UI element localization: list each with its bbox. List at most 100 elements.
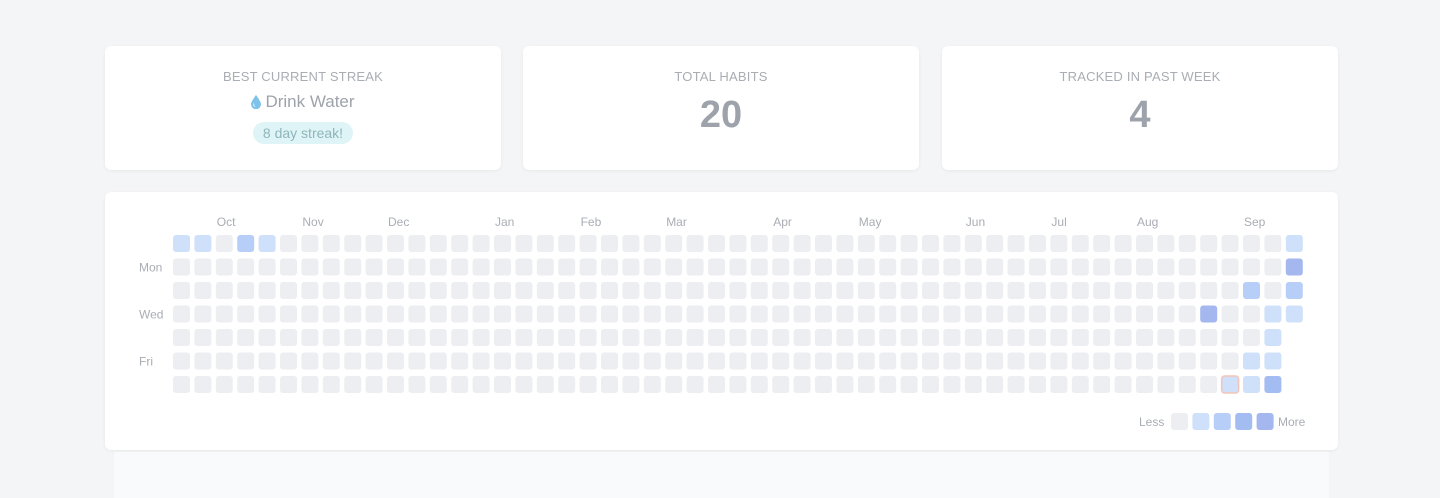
- heatmap-day-cell[interactable]: [579, 258, 597, 276]
- heatmap-day-cell[interactable]: [365, 305, 383, 323]
- heatmap-day-cell[interactable]: [836, 282, 854, 299]
- heatmap-day-cell[interactable]: [387, 282, 404, 299]
- heatmap-day-cell[interactable]: [1029, 376, 1046, 393]
- heatmap-day-cell[interactable]: [1093, 376, 1111, 393]
- heatmap-day-cell[interactable]: [1157, 282, 1175, 299]
- heatmap-day-cell[interactable]: [1178, 282, 1196, 299]
- heatmap-day-cell[interactable]: [387, 352, 404, 370]
- heatmap-day-cell[interactable]: [1114, 352, 1132, 370]
- heatmap-day-cell[interactable]: [1093, 329, 1111, 346]
- heatmap-day-cell[interactable]: [922, 258, 939, 276]
- heatmap-day-cell[interactable]: [215, 329, 233, 346]
- heatmap-day-cell[interactable]: [579, 282, 597, 299]
- heatmap-day-cell[interactable]: [558, 329, 576, 346]
- heatmap-day-cell[interactable]: [708, 376, 725, 393]
- heatmap-day-cell[interactable]: [643, 258, 661, 276]
- heatmap-day-cell[interactable]: [879, 329, 897, 346]
- heatmap-day-cell[interactable]: [194, 305, 212, 323]
- heatmap-day-cell[interactable]: [451, 376, 469, 393]
- heatmap-day-cell[interactable]: [301, 258, 319, 276]
- heatmap-day-cell[interactable]: [472, 235, 490, 252]
- heatmap-day-cell[interactable]: [750, 376, 768, 393]
- heatmap-day-cell[interactable]: [1029, 329, 1046, 346]
- heatmap-day-cell[interactable]: [1050, 376, 1068, 393]
- heatmap-day-cell[interactable]: [1178, 329, 1196, 346]
- heatmap-day-cell[interactable]: [1050, 235, 1068, 252]
- heatmap-day-cell[interactable]: [1157, 235, 1175, 252]
- heatmap-day-cell[interactable]: [344, 352, 362, 370]
- heatmap-day-cell[interactable]: [964, 352, 982, 370]
- heatmap-day-cell[interactable]: [879, 352, 897, 370]
- heatmap-day-cell[interactable]: [1029, 235, 1046, 252]
- heatmap-day-cell[interactable]: [772, 305, 790, 323]
- heatmap-day-cell[interactable]: [301, 235, 319, 252]
- heatmap-day-cell[interactable]: [986, 258, 1004, 276]
- heatmap-day-cell[interactable]: [922, 352, 939, 370]
- heatmap-day-cell[interactable]: [215, 258, 233, 276]
- heatmap-day-cell[interactable]: [258, 258, 276, 276]
- heatmap-day-cell[interactable]: [365, 258, 383, 276]
- heatmap-day-cell[interactable]: [900, 305, 918, 323]
- heatmap-day-cell[interactable]: [1243, 352, 1260, 370]
- heatmap-day-cell[interactable]: [301, 282, 319, 299]
- heatmap-day-cell[interactable]: [1007, 282, 1025, 299]
- heatmap-day-cell[interactable]: [1114, 376, 1132, 393]
- heatmap-day-cell[interactable]: [1264, 352, 1282, 370]
- heatmap-day-cell[interactable]: [1007, 352, 1025, 370]
- heatmap-day-cell[interactable]: [1243, 235, 1260, 252]
- heatmap-day-cell[interactable]: [1071, 305, 1089, 323]
- heatmap-day-cell[interactable]: [729, 258, 747, 276]
- heatmap-day-cell[interactable]: [815, 352, 832, 370]
- heatmap-day-cell[interactable]: [344, 376, 362, 393]
- heatmap-day-cell[interactable]: [1071, 376, 1089, 393]
- heatmap-day-cell[interactable]: [900, 329, 918, 346]
- heatmap-day-cell[interactable]: [772, 376, 790, 393]
- heatmap-day-cell[interactable]: [836, 329, 854, 346]
- heatmap-day-cell[interactable]: [729, 235, 747, 252]
- heatmap-day-cell[interactable]: [451, 352, 469, 370]
- heatmap-day-cell[interactable]: [1157, 329, 1175, 346]
- heatmap-day-cell[interactable]: [1221, 282, 1239, 299]
- heatmap-day-cell[interactable]: [173, 376, 190, 393]
- heatmap-day-cell[interactable]: [922, 376, 939, 393]
- heatmap-day-cell[interactable]: [322, 258, 340, 276]
- heatmap-day-cell[interactable]: [1221, 352, 1239, 370]
- heatmap-day-cell[interactable]: [1178, 376, 1196, 393]
- heatmap-day-cell[interactable]: [429, 235, 447, 252]
- heatmap-day-cell[interactable]: [729, 305, 747, 323]
- heatmap-day-cell[interactable]: [1029, 282, 1046, 299]
- heatmap-day-cell[interactable]: [793, 258, 811, 276]
- heatmap-day-cell[interactable]: [429, 258, 447, 276]
- heatmap-day-cell[interactable]: [579, 305, 597, 323]
- heatmap-day-cell[interactable]: [1114, 329, 1132, 346]
- heatmap-day-cell[interactable]: [665, 352, 683, 370]
- heatmap-day-cell[interactable]: [1007, 235, 1025, 252]
- heatmap-day-cell[interactable]: [365, 329, 383, 346]
- heatmap-day-cell[interactable]: [622, 282, 640, 299]
- heatmap-day-cell[interactable]: [408, 282, 426, 299]
- heatmap-day-cell[interactable]: [1178, 305, 1196, 323]
- heatmap-day-cell[interactable]: [1221, 329, 1239, 346]
- heatmap-day-cell[interactable]: [601, 329, 618, 346]
- heatmap-day-cell[interactable]: [472, 352, 490, 370]
- heatmap-day-cell[interactable]: [708, 235, 725, 252]
- heatmap-day-cell[interactable]: [815, 258, 832, 276]
- heatmap-day-cell[interactable]: [387, 329, 404, 346]
- heatmap-day-cell[interactable]: [900, 282, 918, 299]
- heatmap-day-cell[interactable]: [665, 305, 683, 323]
- heatmap-day-cell[interactable]: [408, 376, 426, 393]
- heatmap-day-cell[interactable]: [900, 376, 918, 393]
- heatmap-day-cell[interactable]: [708, 258, 725, 276]
- heatmap-day-cell[interactable]: [836, 235, 854, 252]
- heatmap-day-cell[interactable]: [793, 282, 811, 299]
- heatmap-day-cell[interactable]: [173, 305, 190, 323]
- heatmap-day-cell[interactable]: [622, 329, 640, 346]
- heatmap-day-cell[interactable]: [536, 352, 554, 370]
- heatmap-day-cell[interactable]: [708, 329, 725, 346]
- heatmap-day-cell[interactable]: [194, 329, 212, 346]
- heatmap-day-cell[interactable]: [408, 329, 426, 346]
- heatmap-day-cell[interactable]: [494, 305, 511, 323]
- heatmap-day-cell[interactable]: [793, 329, 811, 346]
- heatmap-day-cell[interactable]: [643, 305, 661, 323]
- heatmap-day-cell[interactable]: [1071, 329, 1089, 346]
